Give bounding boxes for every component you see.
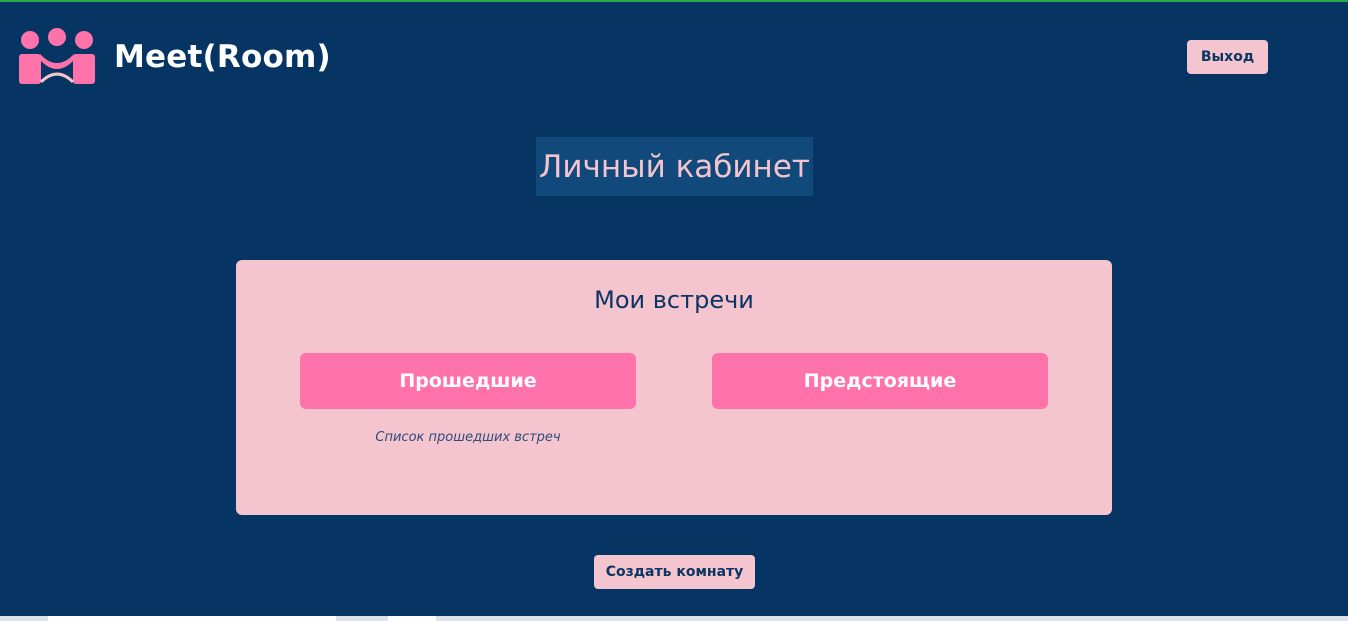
logout-button[interactable]: Выход <box>1187 40 1268 74</box>
brand-name: Meet(Room) <box>114 39 331 75</box>
upcoming-meetings-button[interactable]: Предстоящие <box>712 353 1048 409</box>
meetings-card-title: Мои встречи <box>594 286 754 314</box>
top-accent-line <box>0 0 1348 2</box>
header: Meet(Room) <box>18 28 331 86</box>
page-title: Личный кабинет <box>536 137 813 196</box>
create-room-button[interactable]: Создать комнату <box>594 555 755 589</box>
past-meetings-caption: Список прошедших встреч <box>375 430 561 445</box>
people-group-icon <box>19 28 95 84</box>
bottom-strip-segment <box>48 616 336 621</box>
past-meetings-button[interactable]: Прошедшие <box>300 353 636 409</box>
bottom-taskbar-strip <box>0 616 1348 621</box>
bottom-strip-segment <box>388 616 436 621</box>
meetings-card: Мои встречи Прошедшие Предстоящие Список… <box>236 260 1112 515</box>
